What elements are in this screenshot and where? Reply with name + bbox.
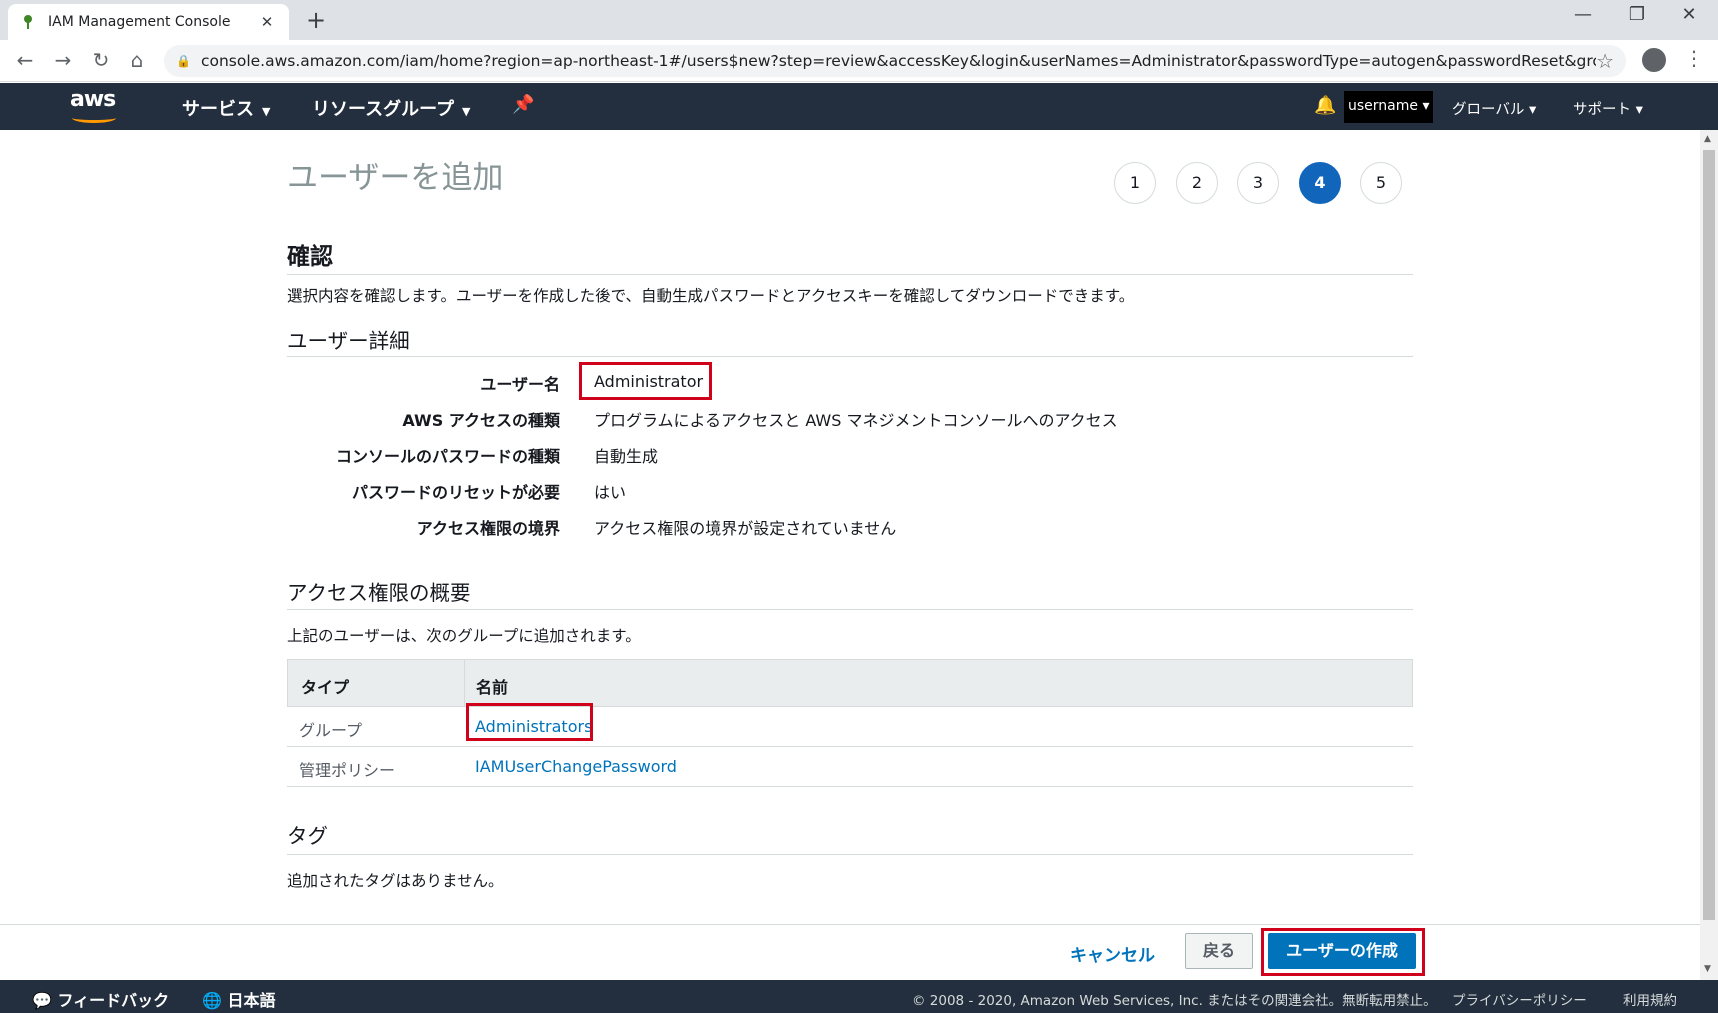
- step-4-active: 4: [1299, 162, 1341, 204]
- chevron-down-icon: ▼: [462, 105, 471, 118]
- reload-icon[interactable]: ↻: [88, 48, 114, 72]
- tags-heading: タグ: [287, 824, 328, 848]
- action-bar: キャンセル 戻る ユーザーの作成: [0, 924, 1700, 980]
- scroll-down-icon[interactable]: ▼: [1704, 964, 1711, 974]
- aws-top-nav: aws サービス ▼ リソースグループ ▼ 📌 🔔 username ▾ グローバル…: [0, 83, 1718, 130]
- detail-label-access-type: AWS アクセスの種類: [402, 411, 560, 430]
- main-content: ユーザーを追加 1 2 3 4 5 確認 選択内容を確認します。ユーザーを作成し…: [0, 130, 1700, 926]
- page-scrollbar[interactable]: ▲ ▼: [1700, 130, 1718, 980]
- lock-icon: 🔒: [176, 54, 191, 68]
- page-title: ユーザーを追加: [287, 160, 504, 196]
- policy-link[interactable]: IAMUserChangePassword: [475, 757, 677, 776]
- restore-icon[interactable]: ❐: [1614, 4, 1660, 25]
- terms-link[interactable]: 利用規約: [1623, 989, 1677, 1009]
- url-input[interactable]: 🔒 console.aws.amazon.com/iam/home?region…: [164, 45, 1626, 77]
- divider: [287, 274, 1413, 275]
- home-icon[interactable]: ⌂: [124, 48, 150, 72]
- support-menu[interactable]: サポート ▾: [1573, 98, 1643, 119]
- detail-value-password-type: 自動生成: [594, 447, 659, 466]
- column-header-name: 名前: [476, 678, 509, 697]
- row-type: グループ: [299, 721, 363, 740]
- review-heading: 確認: [287, 244, 333, 270]
- close-tab-icon[interactable]: ✕: [257, 13, 277, 31]
- highlight-box: [466, 703, 593, 741]
- window-close-icon[interactable]: ✕: [1666, 4, 1712, 25]
- detail-value-password-reset: はい: [594, 483, 627, 502]
- table-header: タイプ 名前: [287, 659, 1413, 707]
- feedback-button[interactable]: 💬 フィードバック: [32, 987, 169, 1011]
- pin-icon[interactable]: 📌: [512, 94, 534, 115]
- scroll-up-icon[interactable]: ▲: [1704, 134, 1711, 144]
- table-row: グループ Administrators: [287, 707, 1413, 747]
- forward-arrow-icon[interactable]: →: [50, 48, 76, 72]
- step-2[interactable]: 2: [1176, 162, 1218, 204]
- step-3[interactable]: 3: [1237, 162, 1279, 204]
- detail-label-password-reset: パスワードのリセットが必要: [351, 483, 560, 502]
- bookmark-star-icon[interactable]: ☆: [1596, 49, 1614, 73]
- account-menu[interactable]: username ▾: [1344, 91, 1434, 123]
- detail-label-username: ユーザー名: [480, 375, 560, 394]
- divider: [287, 854, 1413, 855]
- address-bar-row: ← → ↻ ⌂ 🔒 console.aws.amazon.com/iam/hom…: [0, 40, 1718, 82]
- cancel-button[interactable]: キャンセル: [1070, 941, 1155, 966]
- permissions-description: 上記のユーザーは、次のグループに追加されます。: [287, 627, 641, 645]
- detail-label-permissions-boundary: アクセス権限の境界: [416, 519, 560, 538]
- review-description: 選択内容を確認します。ユーザーを作成した後で、自動生成パスワードとアクセスキーを…: [287, 287, 1135, 305]
- user-details-heading: ユーザー詳細: [287, 329, 410, 353]
- speech-bubble-icon: 💬: [32, 991, 52, 1010]
- aws-smile-icon: [72, 113, 116, 123]
- aws-logo[interactable]: aws: [70, 87, 120, 125]
- back-button[interactable]: 戻る: [1185, 933, 1253, 969]
- minimize-icon[interactable]: —: [1560, 4, 1606, 25]
- table-row: 管理ポリシー IAMUserChangePassword: [287, 747, 1413, 787]
- detail-value-access-type: プログラムによるアクセスと AWS マネジメントコンソールへのアクセス: [594, 411, 1118, 430]
- browser-tab[interactable]: IAM Management Console ✕: [8, 4, 289, 40]
- profile-avatar-icon[interactable]: [1642, 48, 1666, 72]
- resource-groups-menu[interactable]: リソースグループ ▼: [312, 95, 471, 121]
- step-1[interactable]: 1: [1114, 162, 1156, 204]
- divider: [287, 356, 1413, 357]
- permissions-heading: アクセス権限の概要: [287, 581, 471, 605]
- divider: [287, 609, 1413, 610]
- globe-icon: 🌐: [202, 991, 222, 1010]
- scrollbar-thumb[interactable]: [1703, 150, 1715, 920]
- browser-tab-bar: IAM Management Console ✕ + — ❐ ✕: [0, 0, 1718, 40]
- bell-icon[interactable]: 🔔: [1314, 95, 1336, 116]
- detail-value-permissions-boundary: アクセス権限の境界が設定されていません: [594, 519, 897, 538]
- row-type: 管理ポリシー: [299, 761, 396, 780]
- column-divider: [464, 660, 465, 707]
- column-header-type: タイプ: [301, 678, 350, 697]
- new-tab-icon[interactable]: +: [306, 6, 326, 34]
- console-footer: 💬 フィードバック 🌐 日本語 © 2008 - 2020, Amazon We…: [0, 980, 1718, 1013]
- url-text: console.aws.amazon.com/iam/home?region=a…: [200, 52, 1597, 70]
- tags-description: 追加されたタグはありません。: [287, 872, 504, 890]
- back-arrow-icon[interactable]: ←: [12, 48, 38, 72]
- chevron-down-icon: ▼: [262, 105, 271, 118]
- step-5[interactable]: 5: [1360, 162, 1402, 204]
- services-menu[interactable]: サービス ▼: [182, 95, 270, 121]
- copyright-text: © 2008 - 2020, Amazon Web Services, Inc.…: [912, 993, 1437, 1009]
- privacy-policy-link[interactable]: プライバシーポリシー: [1452, 989, 1587, 1009]
- language-selector[interactable]: 🌐 日本語: [202, 987, 276, 1011]
- detail-label-password-type: コンソールのパスワードの種類: [335, 447, 560, 466]
- browser-menu-icon[interactable]: ⋮: [1684, 46, 1704, 70]
- highlight-box: [579, 362, 712, 400]
- iam-key-icon: [24, 15, 32, 29]
- highlight-box: [1261, 928, 1425, 976]
- tab-title: IAM Management Console: [48, 14, 231, 30]
- region-menu[interactable]: グローバル ▾: [1452, 98, 1536, 119]
